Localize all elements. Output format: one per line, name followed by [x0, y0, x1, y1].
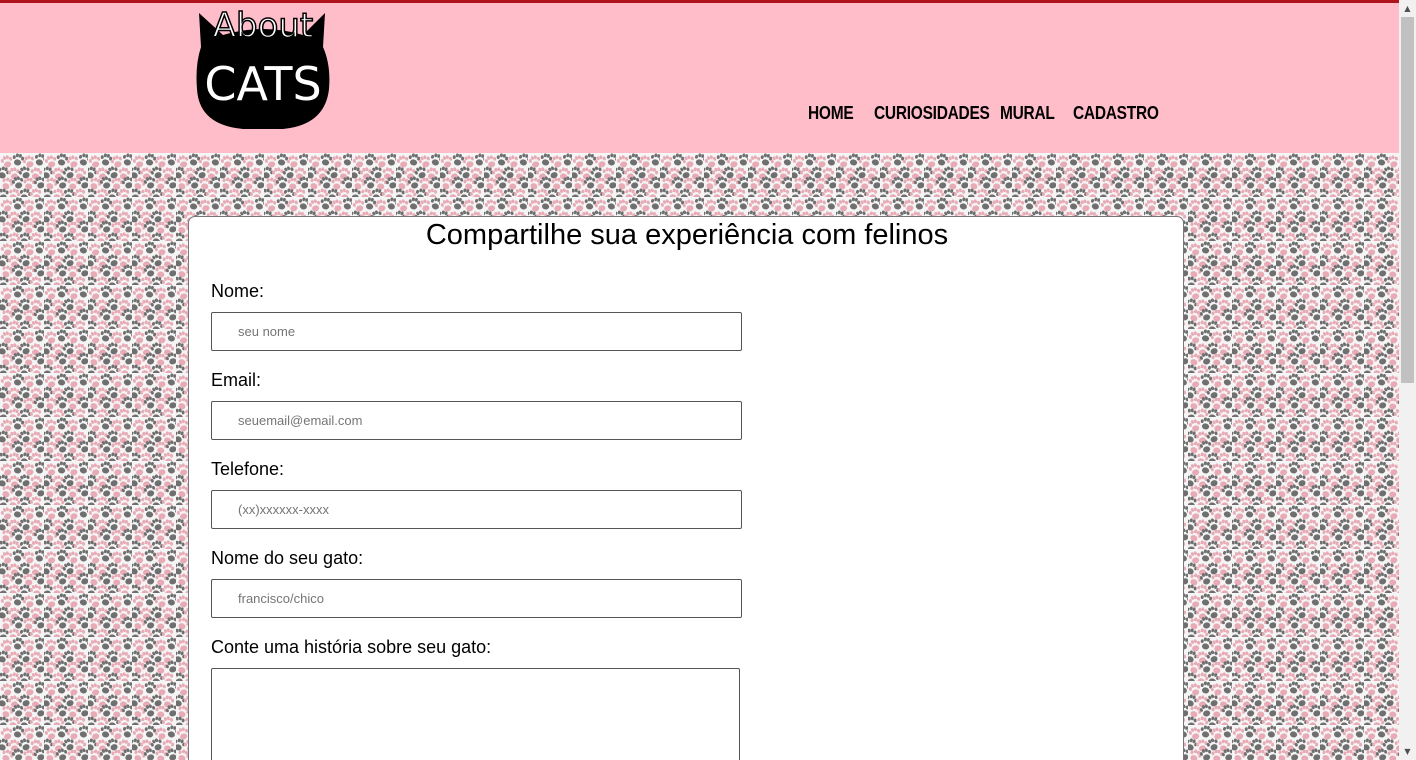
- form-title: Compartilhe sua experiência com felinos: [425, 219, 949, 251]
- phone-label: Telefone:: [211, 459, 285, 479]
- name-label: Nome:: [211, 281, 265, 301]
- nav-cadastro[interactable]: CADASTRO: [1073, 103, 1159, 124]
- phone-input[interactable]: [211, 490, 742, 529]
- nav-mural[interactable]: MURAL: [1000, 103, 1055, 124]
- name-input[interactable]: [211, 312, 742, 351]
- logo-line1: About: [213, 6, 314, 46]
- scroll-down-arrow-icon[interactable]: ▼: [1399, 743, 1416, 760]
- site-header: About CATS HOME CURIOSIDADES MURAL CADAS…: [0, 3, 1399, 153]
- email-input[interactable]: [211, 401, 742, 440]
- cat-name-input[interactable]: [211, 579, 742, 618]
- main-nav: HOME CURIOSIDADES MURAL CADASTRO: [808, 103, 1159, 124]
- logo-line2: CATS: [204, 57, 321, 111]
- nav-curiosidades[interactable]: CURIOSIDADES: [874, 103, 990, 124]
- cat-name-label: Nome do seu gato:: [211, 548, 364, 568]
- vertical-scrollbar[interactable]: ▲ ▼: [1399, 0, 1416, 760]
- experience-form-card: Compartilhe sua experiência com felinos …: [188, 216, 1184, 760]
- scroll-up-arrow-icon[interactable]: ▲: [1399, 0, 1416, 17]
- story-label: Conte uma história sobre seu gato:: [211, 637, 492, 657]
- nav-home[interactable]: HOME: [808, 103, 854, 124]
- scrollbar-thumb[interactable]: [1401, 17, 1414, 383]
- email-label: Email:: [211, 370, 262, 390]
- story-textarea[interactable]: [211, 668, 740, 760]
- about-cats-logo[interactable]: About CATS: [193, 5, 333, 133]
